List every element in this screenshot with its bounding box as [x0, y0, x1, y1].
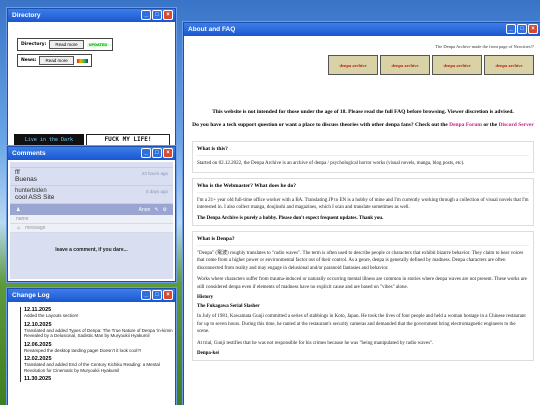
comment-item: hunterbiden cool ASS Site 5 days ago: [10, 186, 173, 204]
comment-form-header: ♟ Anon ✎ ⚙: [10, 204, 173, 215]
close-icon[interactable]: ×: [163, 10, 173, 20]
comment-time: 23 hours ago: [141, 171, 168, 176]
archive-banner[interactable]: denpa archive: [380, 55, 430, 75]
leave-comment-text: leave a comment, if you dare...: [55, 247, 128, 253]
neocities-notice: The Denpa Archive made the front page of…: [435, 44, 534, 49]
changelog-text: Revamped the desktop landing page! Doesn…: [24, 347, 142, 353]
contact-text: Do you have a tech support question or w…: [192, 121, 534, 129]
minimize-icon[interactable]: _: [141, 290, 151, 300]
user-icon: ♟: [16, 206, 21, 213]
comment-item: fff Buenas 23 hours ago: [10, 168, 173, 186]
about-title: About and FAQ: [188, 26, 236, 33]
section-text: I'm a 21+ year old full-time office work…: [197, 197, 529, 211]
nyan-cat-icon: [76, 58, 88, 63]
name-placeholder: name: [16, 216, 29, 222]
directory-read-more-button[interactable]: Read more: [49, 40, 84, 49]
faq-section-what-is-denpa: What is Denpa? "Denpa" (電波) roughly tran…: [192, 230, 534, 361]
comment-text: Buenas: [15, 176, 38, 183]
comment-time: 5 days ago: [145, 189, 168, 194]
updated-badge: UPDATED: [86, 42, 110, 47]
settings-icon[interactable]: ⚙: [163, 207, 167, 213]
maximize-icon[interactable]: □: [152, 290, 162, 300]
section-text: Started on 02.12.2022, the Denpa Archive…: [197, 161, 465, 166]
comment-user-label: Anon: [138, 206, 151, 213]
news-label: News:: [21, 58, 37, 63]
section-heading: What is Denpa?: [197, 236, 529, 246]
section-text: Works where characters suffer from traum…: [197, 277, 527, 290]
discord-server-link[interactable]: Discord Server: [499, 122, 534, 128]
changelog-text: Translated and added End of the Century …: [24, 362, 160, 373]
about-window: About and FAQ _ □ × The Denpa Archive ma…: [183, 22, 540, 405]
directory-label: Directory:: [21, 42, 47, 47]
comment-text: cool ASS Site: [15, 194, 55, 201]
section-text: "Denpa" (電波) roughly translates to "radi…: [197, 250, 524, 271]
age-warning: This website is not intended for those u…: [212, 109, 514, 115]
hobby-notice: The Denpa Archive is purely a hobby. Ple…: [197, 215, 384, 221]
edit-icon[interactable]: ✎: [154, 207, 158, 213]
minimize-icon[interactable]: _: [506, 24, 516, 34]
directory-window: Directory _ □ × Directory: Read more UPD…: [7, 8, 176, 164]
history-heading: History: [197, 295, 214, 300]
message-placeholder: message: [25, 225, 46, 231]
maximize-icon[interactable]: □: [152, 10, 162, 20]
maximize-icon[interactable]: □: [152, 148, 162, 158]
directory-titlebar[interactable]: Directory _ □ ×: [8, 9, 175, 22]
changelog-text: Added the Layouts section!: [24, 313, 79, 318]
contact-pre: Do you have a tech support question or w…: [192, 122, 448, 128]
changelog-window: Change Log _ □ × 12.11.2025 Added the La…: [7, 288, 176, 405]
fuck-my-life-banner[interactable]: FUCK MY LIFE!: [86, 134, 170, 146]
contact-mid: or the: [483, 122, 498, 128]
changelog-list: 12.11.2025 Added the Layouts section! 12…: [20, 307, 173, 382]
denpa-kei-heading: Denpa-kei: [197, 351, 219, 356]
slasher-heading: The Fukagawa Serial Slasher: [197, 304, 260, 309]
close-icon[interactable]: ×: [163, 148, 173, 158]
archive-banner[interactable]: denpa archive: [432, 55, 482, 75]
section-heading: Who is the Webmaster? What does he do?: [197, 183, 529, 193]
section-text: In July of 1981, Kawamata Gunji committe…: [197, 314, 526, 334]
comments-titlebar[interactable]: Comments _ □ ×: [8, 147, 175, 160]
comments-window: Comments _ □ × fff Buenas 23 hours ago h…: [7, 146, 176, 282]
minimize-icon[interactable]: _: [141, 10, 151, 20]
archive-banner[interactable]: denpa archive: [328, 55, 378, 75]
minimize-icon[interactable]: _: [141, 148, 151, 158]
directory-title: Directory: [12, 12, 41, 19]
news-row: News: Read more: [17, 54, 92, 67]
about-titlebar[interactable]: About and FAQ _ □ ×: [184, 23, 540, 36]
faq-section-what-is-this: What is this? Started on 02.12.2022, the…: [192, 141, 534, 173]
changelog-title: Change Log: [12, 292, 50, 299]
section-text: At trial, Gunji testifies that he was no…: [197, 340, 434, 346]
maximize-icon[interactable]: □: [517, 24, 527, 34]
faq-section-webmaster: Who is the Webmaster? What does he do? I…: [192, 177, 534, 226]
close-icon[interactable]: ×: [528, 24, 538, 34]
news-read-more-button[interactable]: Read more: [39, 56, 74, 65]
changelog-titlebar[interactable]: Change Log _ □ ×: [8, 289, 175, 302]
denpa-forum-link[interactable]: Denpa Forum: [449, 122, 482, 128]
comments-title: Comments: [12, 150, 46, 157]
message-input[interactable]: ☺ message: [10, 224, 173, 233]
smiley-icon[interactable]: ☺: [16, 225, 21, 231]
changelog-date: 11.30.2025: [24, 376, 52, 382]
changelog-text: Translated and added Types of Denpa: The…: [24, 327, 173, 339]
name-input[interactable]: name: [10, 215, 173, 224]
close-icon[interactable]: ×: [163, 290, 173, 300]
live-in-the-dark-banner[interactable]: Live in the Dark: [14, 134, 84, 146]
archive-banner[interactable]: denpa archive: [484, 55, 534, 75]
directory-row: Directory: Read more UPDATED: [17, 38, 114, 51]
section-heading: What is this?: [197, 146, 529, 156]
